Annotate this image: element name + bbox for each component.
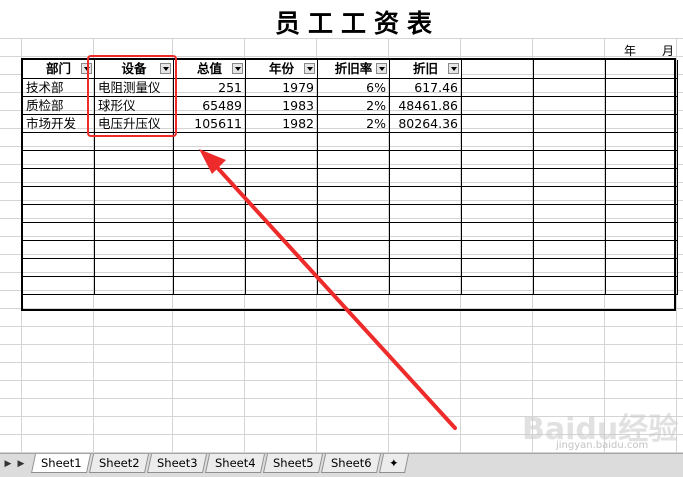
tab-label: Sheet5 (272, 456, 314, 470)
last-sheet-arrow-icon[interactable]: ▶ (16, 458, 26, 470)
sheet-tab-bar: ▶ ▶ Sheet1 Sheet2 Sheet3 Sheet4 Sheet5 S… (0, 453, 683, 477)
tab-label: Sheet2 (98, 456, 140, 470)
first-sheet-arrow-icon[interactable]: ▶ (3, 458, 13, 470)
tab-sheet2[interactable]: Sheet2 (88, 454, 150, 473)
watermark-url: jingyan.baidu.com (556, 440, 649, 451)
tab-sheet3[interactable]: Sheet3 (146, 454, 208, 473)
tab-sheet1[interactable]: Sheet1 (30, 454, 92, 473)
tab-label: Sheet4 (214, 456, 256, 470)
tab-label: Sheet1 (40, 456, 82, 470)
insert-sheet-icon[interactable]: ✦ (378, 454, 410, 473)
tab-label: Sheet3 (156, 456, 198, 470)
spreadsheet-area[interactable]: 员工工资表 年 月 部门 设备 总值 年份 折旧率 折旧 技术部 电阻测量仪 2… (0, 0, 683, 453)
tab-sheet4[interactable]: Sheet4 (204, 454, 266, 473)
tab-label: Sheet6 (330, 456, 372, 470)
tab-sheet6[interactable]: Sheet6 (320, 454, 382, 473)
tab-sheet5[interactable]: Sheet5 (262, 454, 324, 473)
red-arrow-annotation (199, 149, 457, 430)
